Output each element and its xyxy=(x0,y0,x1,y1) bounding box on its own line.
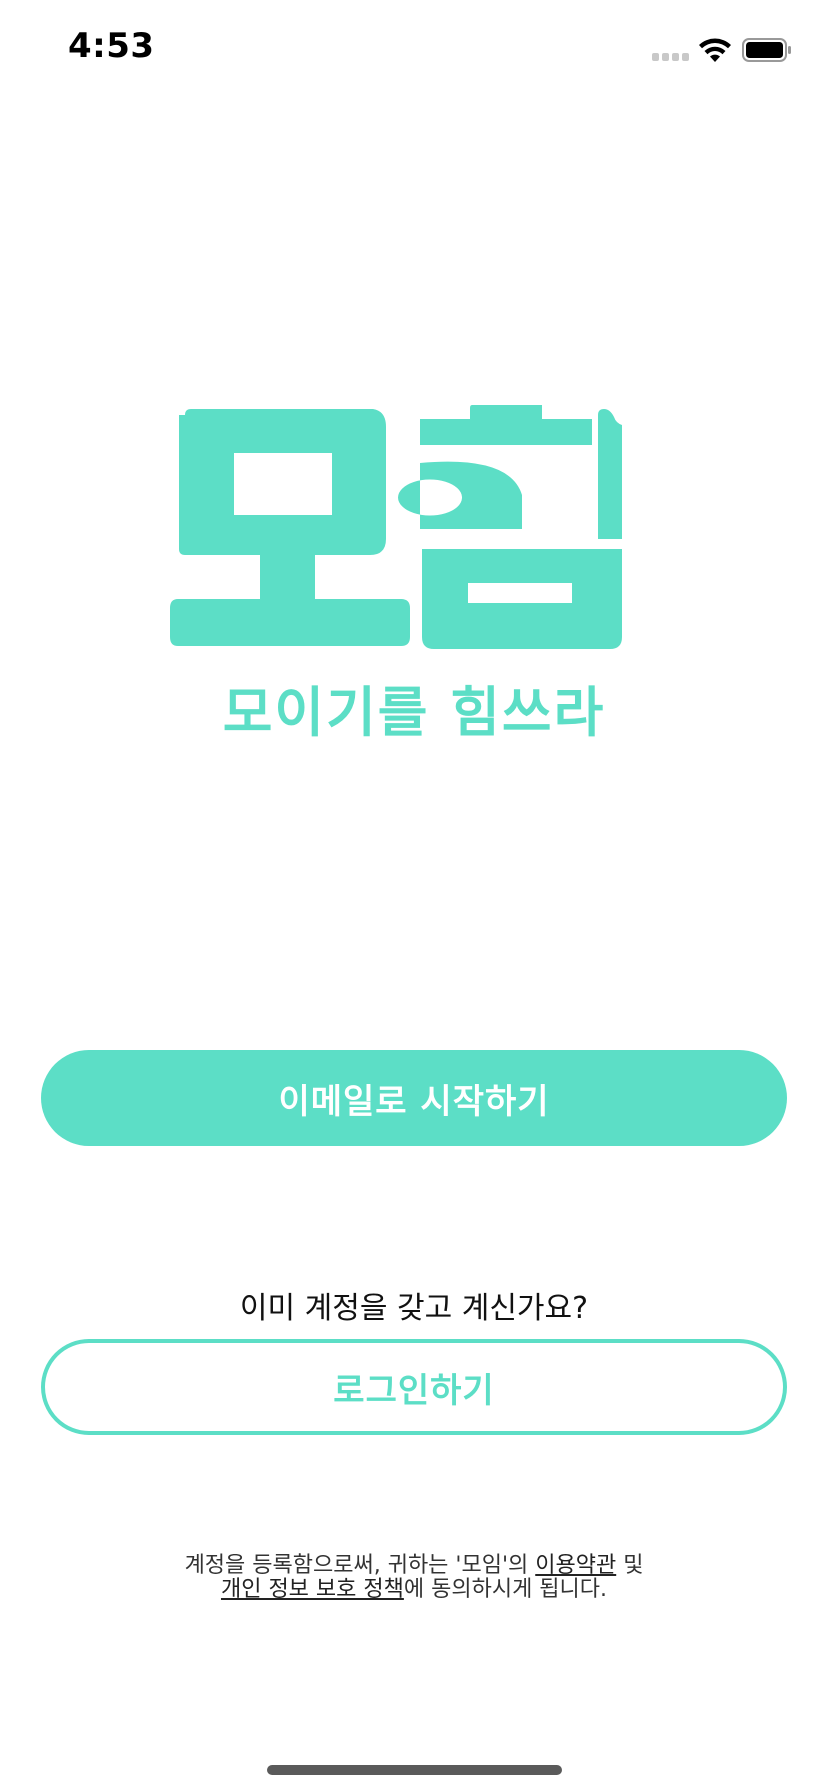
terms-text-2: 및 xyxy=(616,1553,644,1578)
terms-line-1: 계정을 등록함으로써, 귀하는 '모임'의 이용약관 및 xyxy=(0,1554,828,1578)
tagline: 모이기를 힘쓰라 xyxy=(222,681,606,744)
terms-text-3: 에 동의하시게 됩니다. xyxy=(403,1577,608,1602)
terms-of-service-link[interactable]: 이용약관 xyxy=(535,1553,616,1578)
signal-icon xyxy=(652,53,690,61)
login-button[interactable]: 로그인하기 xyxy=(41,1339,787,1435)
terms-line-2: 개인 정보 보호 정책에 동의하시게 됩니다. xyxy=(0,1578,828,1602)
home-indicator[interactable] xyxy=(267,1765,562,1775)
already-have-account-text: 이미 계정을 갖고 계신가요? xyxy=(239,1291,589,1326)
wifi-icon xyxy=(699,38,731,62)
privacy-policy-link[interactable]: 개인 정보 보호 정책 xyxy=(221,1577,404,1602)
email-start-button[interactable]: 이메일로 시작하기 xyxy=(41,1050,787,1146)
status-bar: 4:53 xyxy=(0,0,828,100)
battery-icon xyxy=(742,38,791,62)
status-time: 4:53 xyxy=(68,26,155,66)
terms-text-1: 계정을 등록함으로써, 귀하는 '모임'의 xyxy=(184,1553,536,1578)
moim-logo xyxy=(170,405,622,649)
terms-notice: 계정을 등록함으로써, 귀하는 '모임'의 이용약관 및 개인 정보 보호 정책… xyxy=(0,1554,828,1602)
